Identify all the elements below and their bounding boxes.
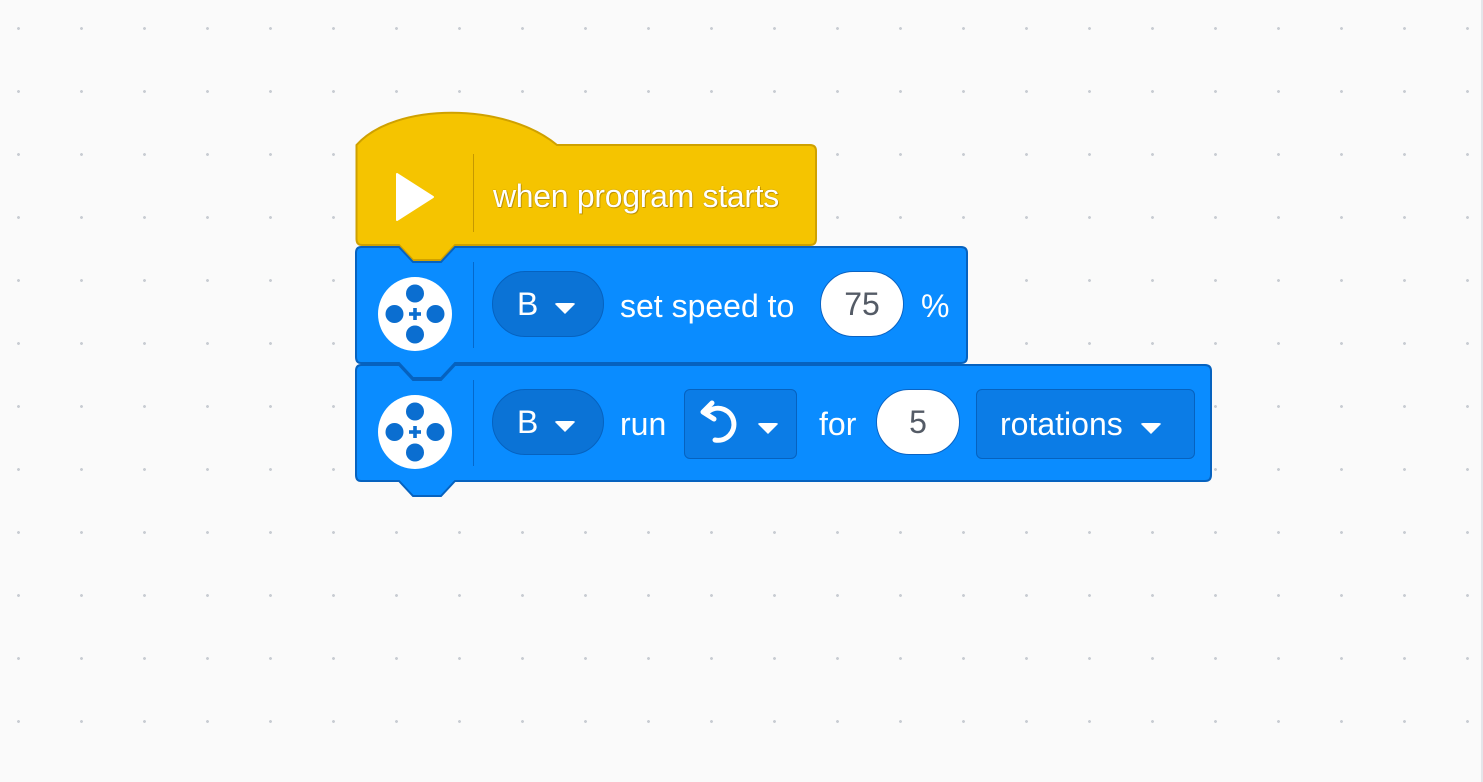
play-triangle-icon bbox=[395, 172, 435, 222]
set-speed-block[interactable]: B set speed to 75 % bbox=[355, 246, 969, 382]
counterclockwise-arrow-icon bbox=[695, 400, 743, 448]
speed-input[interactable]: 75 bbox=[820, 271, 904, 337]
rotations-count-input[interactable]: 5 bbox=[876, 389, 960, 455]
run-label: run bbox=[620, 406, 667, 442]
set-speed-label: set speed to bbox=[620, 288, 795, 324]
for-label: for bbox=[819, 406, 857, 442]
motor-icon bbox=[377, 394, 453, 470]
port-dropdown[interactable]: B bbox=[492, 389, 604, 455]
motor-icon bbox=[377, 276, 453, 352]
chevron-down-icon bbox=[554, 302, 577, 314]
port-dropdown[interactable]: B bbox=[492, 271, 604, 337]
block-divider bbox=[473, 380, 474, 466]
chevron-down-icon bbox=[554, 420, 577, 432]
chevron-down-icon bbox=[1139, 422, 1162, 434]
when-program-starts-block[interactable]: when program starts bbox=[355, 110, 817, 264]
chevron-down-icon bbox=[757, 422, 779, 434]
unit-dropdown[interactable]: rotations bbox=[976, 389, 1195, 459]
block-divider bbox=[473, 262, 474, 348]
direction-dropdown[interactable] bbox=[684, 389, 797, 459]
percent-label: % bbox=[921, 288, 950, 324]
port-value: B bbox=[517, 403, 539, 440]
hat-divider bbox=[473, 154, 474, 232]
hat-label: when program starts bbox=[493, 178, 779, 214]
unit-value: rotations bbox=[1000, 405, 1123, 442]
run-for-block[interactable]: B run for 5 rotations bbox=[355, 364, 1213, 500]
port-value: B bbox=[517, 285, 539, 322]
